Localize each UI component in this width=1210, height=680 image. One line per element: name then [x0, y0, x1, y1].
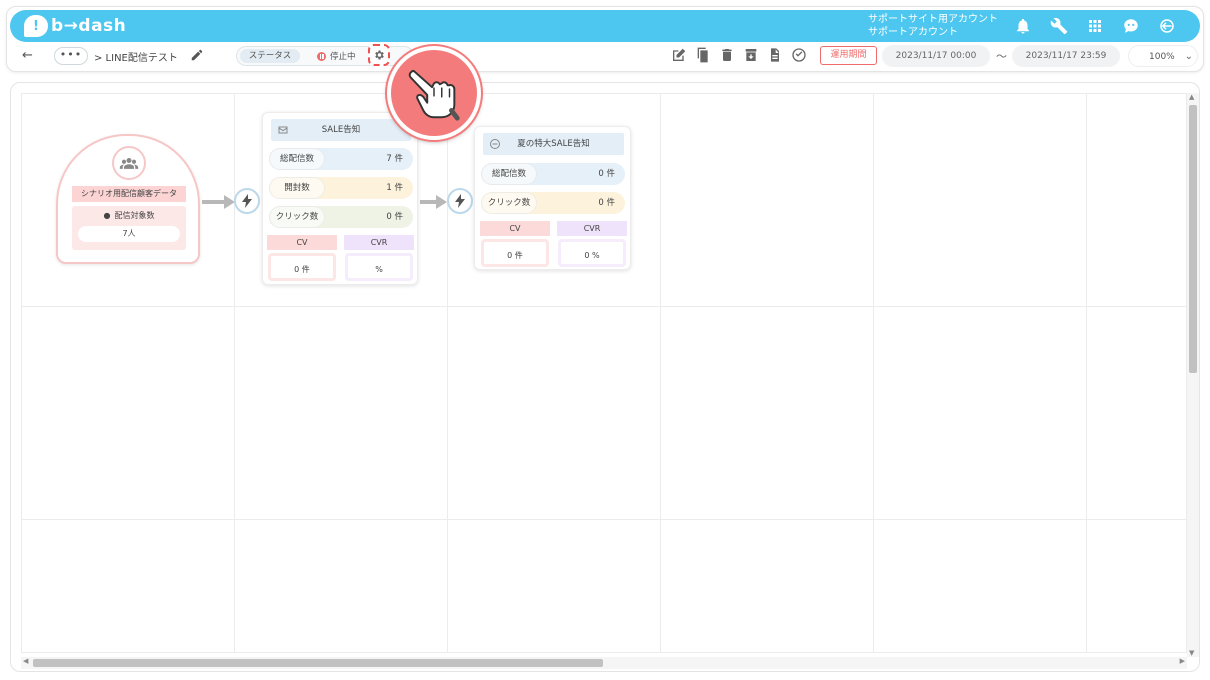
zoom-value: 100% — [1149, 52, 1175, 62]
scenario-toolbar: ← ••• > LINE配信テスト ステータス 停止中 運用期間 2023/11… — [10, 44, 1200, 70]
status-label: ステータス — [240, 49, 300, 63]
metric-row-total: 総配信数 0 件 — [481, 163, 625, 185]
users-group-icon — [112, 146, 146, 180]
cv-value: 0 件 — [481, 239, 549, 267]
cvr-value: % — [345, 253, 413, 281]
logout-icon[interactable] — [1156, 15, 1178, 37]
minus-circle-icon — [490, 139, 500, 149]
account-info[interactable]: サポートサイト用アカウント サポートアカウント — [868, 13, 998, 39]
trigger-node[interactable] — [234, 188, 260, 214]
logo-text: b→dash — [51, 16, 127, 36]
copy-icon[interactable] — [694, 46, 712, 64]
flow-arrow — [202, 195, 235, 209]
document-icon[interactable] — [766, 46, 784, 64]
message-node-sale[interactable]: SALE告知 総配信数 7 件 開封数 1 件 クリック数 0 件 CV CVR… — [262, 112, 418, 285]
apps-grid-icon[interactable] — [1084, 15, 1106, 37]
app-logo[interactable]: ! b→dash — [24, 15, 126, 37]
pause-icon — [317, 51, 326, 61]
segment-body: ● 配信対象数 7人 — [72, 206, 186, 250]
top-bar: ! b→dash サポートサイト用アカウント サポートアカウント — [10, 10, 1200, 42]
archive-icon[interactable] — [742, 46, 760, 64]
metric-row-click: クリック数 0 件 — [269, 206, 413, 228]
mail-icon — [278, 126, 288, 134]
scroll-right-icon[interactable]: ▶ — [1180, 657, 1185, 665]
message-node-summer-sale[interactable]: 夏の特大SALE告知 総配信数 0 件 クリック数 0 件 CV CVR 0 件… — [474, 126, 631, 270]
gear-icon — [375, 50, 384, 60]
cvr-header: CVR — [344, 235, 414, 250]
horizontal-scroll-thumb[interactable] — [33, 659, 603, 667]
scroll-left-icon[interactable]: ◀ — [23, 657, 28, 665]
back-arrow-icon[interactable]: ← — [22, 48, 33, 63]
chevron-down-icon: ⌄ — [1184, 51, 1193, 62]
operation-period-button[interactable]: 運用期間 — [820, 46, 877, 65]
trash-icon[interactable] — [718, 46, 736, 64]
metric-row-open: 開封数 1 件 — [269, 177, 413, 199]
status-value: 停止中 — [330, 52, 356, 62]
message-node-title: 夏の特大SALE告知 — [483, 133, 624, 155]
settings-button[interactable] — [368, 44, 390, 66]
vertical-scroll-thumb[interactable] — [1189, 105, 1197, 373]
status-toggle[interactable]: 停止中 — [317, 50, 356, 62]
date-range-separator: 〜 — [996, 50, 1007, 63]
cv-value: 0 件 — [268, 253, 336, 281]
end-date-field[interactable]: 2023/11/17 23:59 — [1012, 45, 1120, 67]
bell-icon[interactable] — [1012, 15, 1034, 37]
cv-header: CV — [267, 235, 337, 250]
start-date-field[interactable]: 2023/11/17 00:00 — [882, 45, 990, 67]
robot-support-icon[interactable] — [1120, 15, 1142, 37]
segment-title: シナリオ用配信顧客データ — [72, 186, 186, 202]
logo-mark-icon: ! — [24, 15, 48, 37]
trigger-node[interactable] — [447, 188, 473, 214]
scroll-down-icon[interactable]: ▼ — [1189, 649, 1194, 657]
more-menu-button[interactable]: ••• — [54, 47, 88, 65]
segment-count-value: 7人 — [78, 226, 180, 242]
cv-header: CV — [480, 221, 550, 236]
cvr-header: CVR — [557, 221, 627, 236]
segment-node[interactable]: シナリオ用配信顧客データ ● 配信対象数 7人 — [56, 134, 200, 264]
wrench-icon[interactable] — [1048, 15, 1070, 37]
pointing-hand-icon — [387, 46, 481, 140]
lightning-icon — [242, 194, 252, 208]
vertical-scrollbar[interactable]: ▲ ▼ — [1187, 93, 1199, 657]
edit-note-icon[interactable] — [670, 46, 688, 64]
breadcrumb: > LINE配信テスト — [94, 53, 178, 64]
account-sub: サポートアカウント — [868, 27, 958, 38]
pencil-edit-icon[interactable] — [190, 48, 204, 62]
horizontal-scrollbar[interactable]: ◀ ▶ — [21, 657, 1187, 669]
message-node-title: SALE告知 — [271, 119, 411, 141]
check-circle-icon[interactable] — [790, 46, 808, 64]
account-name: サポートサイト用アカウント — [868, 14, 998, 25]
metric-row-total: 総配信数 7 件 — [269, 148, 413, 170]
person-icon: ● — [103, 211, 111, 220]
segment-count-label: ● 配信対象数 — [103, 211, 155, 220]
lightning-icon — [455, 194, 465, 208]
flow-arrow — [420, 195, 447, 209]
zoom-select[interactable]: 100% ⌄ — [1128, 45, 1198, 67]
cvr-value: 0 % — [558, 239, 626, 267]
scroll-up-icon[interactable]: ▲ — [1189, 93, 1194, 101]
metric-row-click: クリック数 0 件 — [481, 192, 625, 214]
